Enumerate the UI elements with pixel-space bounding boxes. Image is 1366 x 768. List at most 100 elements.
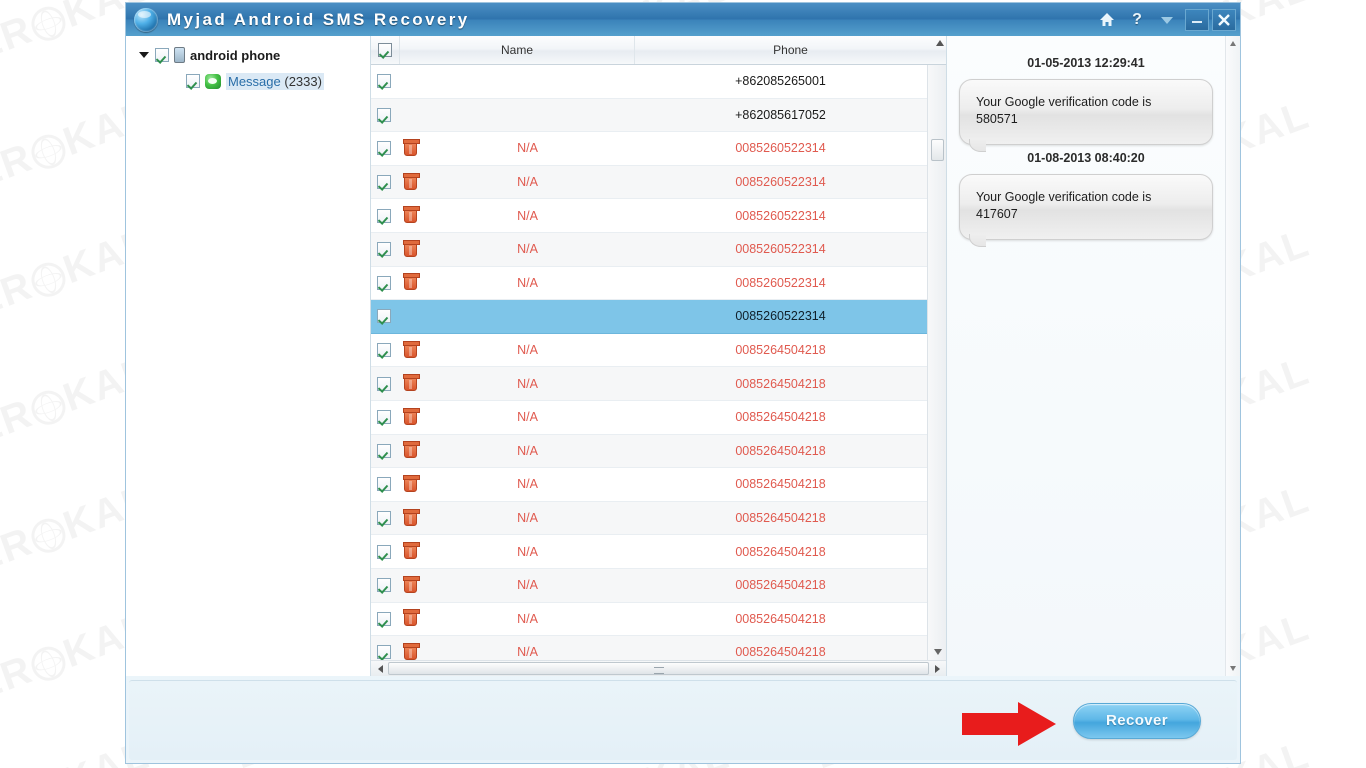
scroll-up-arrow-icon[interactable] [936, 40, 944, 46]
table-row[interactable]: N/A 0085264504218 [371, 367, 927, 401]
title-bar: Myjad Android SMS Recovery ? [126, 3, 1240, 36]
minimize-button[interactable] [1185, 8, 1209, 31]
row-checkbox[interactable] [377, 175, 391, 190]
table-row[interactable]: N/A 0085264504218 [371, 602, 927, 637]
table-row[interactable]: N/A 0085264504218 [371, 434, 927, 469]
cell-name: N/A [517, 578, 538, 593]
table-row[interactable]: N/A 0085260522314 [371, 199, 927, 233]
row-checkbox-cell [371, 175, 399, 190]
table-row[interactable]: N/A 0085264504218 [371, 535, 927, 569]
checkbox-android-phone[interactable] [155, 48, 169, 62]
device-tree-sidebar: android phone Message (2333) [126, 36, 371, 676]
row-checkbox[interactable] [377, 242, 391, 257]
trash-icon [402, 642, 420, 660]
trash-icon [402, 374, 420, 392]
deleted-status-cell [399, 642, 421, 660]
message-bubble[interactable]: Your Google verification code is 580571 [959, 79, 1213, 152]
row-checkbox[interactable] [377, 343, 391, 358]
table-row[interactable]: N/A 0085264504218 [371, 636, 927, 660]
trash-icon [402, 575, 420, 593]
row-checkbox-cell [371, 242, 399, 257]
row-checkbox[interactable] [377, 578, 391, 593]
row-checkbox[interactable] [377, 208, 391, 223]
home-icon[interactable] [1092, 7, 1122, 33]
cell-name: N/A [517, 175, 538, 190]
message-scroll-up-icon[interactable] [1230, 41, 1236, 46]
deleted-status-cell [399, 206, 421, 224]
column-header-name[interactable]: Name [399, 36, 634, 64]
row-checkbox[interactable] [377, 611, 391, 626]
message-bubble[interactable]: Your Google verification code is 417607 [959, 173, 1213, 247]
row-checkbox[interactable] [377, 376, 391, 391]
row-checkbox[interactable] [377, 477, 391, 492]
expand-arrow-icon[interactable] [138, 49, 150, 61]
table-row[interactable]: N/A 0085264504218 [371, 400, 927, 435]
deleted-status-cell [399, 441, 421, 459]
deleted-status-cell [399, 609, 421, 627]
cell-phone: 0085264504218 [735, 611, 826, 626]
horizontal-scrollbar-thumb[interactable] [388, 662, 929, 675]
table-row[interactable]: +862085265001 [371, 65, 927, 99]
table-row[interactable]: +862085617052 [371, 98, 927, 133]
table-row[interactable]: N/A 0085264504218 [371, 333, 927, 368]
table-row[interactable]: N/A 0085260522314 [371, 266, 927, 301]
table-row[interactable]: N/A 0085264504218 [371, 468, 927, 502]
table-row[interactable]: N/A 0085260522314 [371, 232, 927, 267]
scroll-right-arrow-icon[interactable] [930, 662, 944, 675]
row-checkbox[interactable] [377, 645, 391, 660]
tree-item-android-phone[interactable]: android phone [138, 44, 370, 66]
select-all-checkbox[interactable] [378, 43, 392, 57]
trash-icon [402, 239, 420, 257]
table-row[interactable]: 0085260522314 [371, 300, 927, 334]
window-controls: ? [1092, 7, 1236, 33]
checkbox-message[interactable] [186, 74, 200, 88]
vertical-scrollbar-thumb[interactable] [931, 139, 944, 161]
message-scroll-down-icon[interactable] [1230, 666, 1236, 671]
cell-phone: 0085264504218 [735, 443, 826, 458]
deleted-status-cell [399, 474, 421, 492]
row-checkbox[interactable] [377, 74, 391, 89]
deleted-status-cell [399, 542, 421, 560]
row-checkbox-cell [371, 578, 399, 593]
message-list: 01-05-2013 12:29:41 Your Google verificat… [947, 36, 1225, 676]
trash-icon [402, 273, 420, 291]
recover-button[interactable]: Recover [1073, 702, 1201, 739]
table-row[interactable]: N/A 0085264504218 [371, 568, 927, 603]
help-icon[interactable]: ? [1122, 7, 1152, 33]
message-vertical-scrollbar[interactable] [1225, 36, 1240, 676]
row-checkbox-cell [371, 107, 399, 122]
trash-icon [402, 609, 420, 627]
row-checkbox[interactable] [377, 107, 391, 122]
chevron-down-icon[interactable] [1152, 7, 1182, 33]
tree-item-message[interactable]: Message (2333) [186, 70, 370, 92]
row-checkbox[interactable] [377, 443, 391, 458]
table-row[interactable]: N/A 0085260522314 [371, 132, 927, 166]
table-row[interactable]: N/A 0085264504218 [371, 501, 927, 536]
message-timestamp: 01-05-2013 12:29:41 [1027, 56, 1145, 70]
close-button[interactable] [1212, 8, 1236, 31]
table-row[interactable]: N/A 0085260522314 [371, 165, 927, 200]
table-vertical-scrollbar[interactable] [927, 65, 946, 660]
cell-phone: 0085264504218 [735, 477, 826, 492]
window-title: Myjad Android SMS Recovery [167, 9, 470, 29]
row-checkbox[interactable] [377, 275, 391, 290]
cell-phone: 0085264504218 [735, 544, 826, 559]
table-horizontal-scrollbar[interactable] [371, 660, 946, 676]
scroll-down-arrow-icon[interactable] [934, 649, 942, 655]
row-checkbox[interactable] [377, 309, 391, 324]
table-header: Name Phone [371, 36, 946, 65]
cell-phone: 0085260522314 [735, 175, 826, 190]
row-checkbox[interactable] [377, 410, 391, 425]
message-timestamp: 01-08-2013 08:40:20 [1027, 150, 1145, 165]
row-checkbox-cell [371, 645, 399, 660]
row-checkbox[interactable] [377, 544, 391, 559]
trash-icon [402, 172, 420, 190]
scroll-left-arrow-icon[interactable] [373, 662, 387, 675]
row-checkbox[interactable] [377, 511, 391, 526]
cell-phone: 0085260522314 [735, 309, 826, 324]
row-checkbox[interactable] [377, 141, 391, 156]
column-header-phone[interactable]: Phone [634, 36, 946, 64]
row-checkbox-cell [371, 141, 399, 156]
cell-phone: 0085260522314 [735, 208, 826, 223]
bottom-action-bar: Recover [129, 680, 1237, 760]
